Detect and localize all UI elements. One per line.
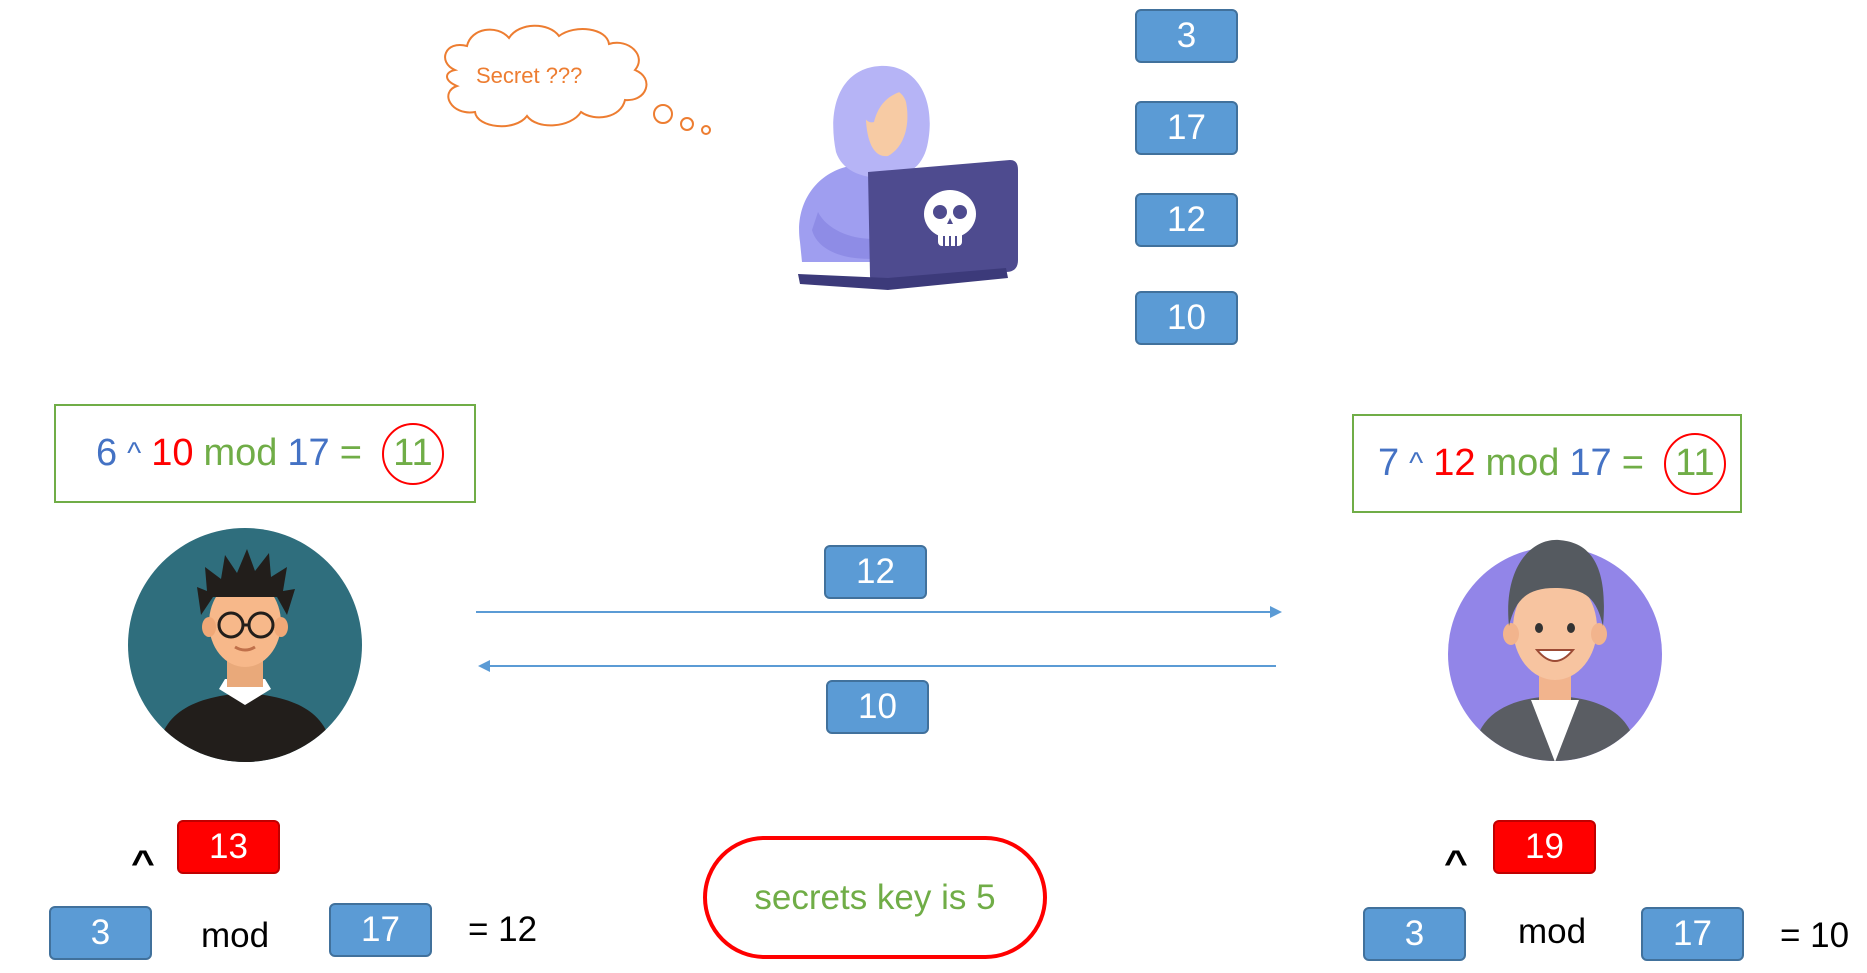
right-calc-caret: ^	[1444, 844, 1468, 882]
right-eq-modulus: 17	[1569, 442, 1612, 484]
thought-text: Secret ???	[476, 63, 583, 88]
left-calc-modulus: 17	[329, 903, 432, 957]
right-calc-base: 3	[1363, 907, 1466, 961]
left-eq-mod: mod	[203, 432, 278, 474]
right-eq-base: 7	[1378, 442, 1400, 484]
right-eq-result: 11	[1663, 432, 1726, 495]
right-calc-result: = 10	[1780, 916, 1850, 955]
right-calc-exponent: 19	[1493, 820, 1596, 874]
left-eq-op: ^	[127, 436, 142, 470]
left-calc-mod: mod	[201, 916, 270, 955]
eve-value-box: 17	[1135, 101, 1238, 155]
hacker-icon	[798, 65, 1018, 290]
secret-key-callout: secrets key is 5	[703, 836, 1047, 959]
exchange-to-left-box: 10	[826, 680, 929, 734]
left-eq-modulus: 17	[287, 432, 330, 474]
left-eq-equals: =	[339, 432, 362, 474]
left-calc-base: 3	[49, 906, 152, 960]
thought-cloud-icon	[444, 24, 711, 135]
right-eq-op: ^	[1409, 446, 1424, 480]
exchange-to-right-box: 12	[824, 545, 927, 599]
right-eq-exp: 12	[1433, 442, 1476, 484]
eve-value-box: 12	[1135, 193, 1238, 247]
left-calc-result: = 12	[468, 910, 538, 949]
left-eq-result: 11	[381, 422, 444, 485]
right-calc-mod: mod	[1518, 912, 1587, 951]
exchange-arrows	[476, 606, 1282, 672]
left-eq-base: 6	[96, 432, 118, 474]
secret-key-text: secrets key is 5	[754, 877, 996, 917]
eve-value-box: 10	[1135, 291, 1238, 345]
alice-avatar-icon	[128, 528, 362, 762]
right-eq-mod: mod	[1485, 442, 1560, 484]
right-equation-box: 7 ^ 12 mod 17 = 11	[1352, 414, 1742, 513]
left-equation-box: 6 ^ 10 mod 17 = 11	[54, 404, 476, 503]
left-eq-exp: 10	[151, 432, 194, 474]
eve-value-box: 3	[1135, 9, 1238, 63]
right-eq-equals: =	[1621, 442, 1644, 484]
left-calc-caret: ^	[131, 844, 155, 882]
left-calc-exponent: 13	[177, 820, 280, 874]
right-calc-modulus: 17	[1641, 907, 1744, 961]
bob-avatar-icon	[1448, 539, 1662, 761]
